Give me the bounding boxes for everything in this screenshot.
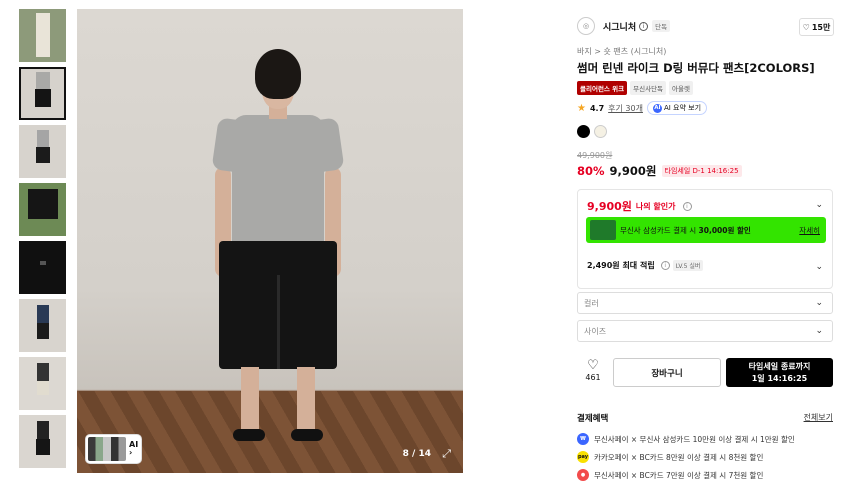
product-title: 썸머 린넨 라이크 D링 버뮤다 팬츠[2COLORS] — [577, 61, 815, 75]
ai-chip-thumbnail — [88, 437, 126, 461]
chevron-down-icon[interactable]: ⌄ — [815, 262, 823, 272]
brand-logo[interactable]: ◎ — [577, 17, 595, 35]
info-icon[interactable]: i — [639, 21, 649, 31]
color-select[interactable]: 컬러 ⌄ — [577, 292, 833, 314]
points-amount: 2,490원 최대 적립 — [587, 261, 655, 270]
product-badges: 클리어런스 위크 무신사단독 아울렛 — [577, 81, 693, 95]
payment-benefit-row: pay 카카오페이 × BC카드 8만원 이상 결제 시 8천원 할인 — [577, 451, 763, 463]
card-promo-banner[interactable]: 무신사 삼성카드 결제 시 30,000원 할인 자세히 — [586, 217, 826, 243]
chevron-down-icon: ⌄ — [815, 326, 823, 336]
benefit-box: 9,900원 나의 할인가 i ⌄ 무신사 삼성카드 결제 시 30,000원 … — [577, 189, 833, 289]
reviews-link[interactable]: 후기 30개 — [608, 103, 643, 114]
badge-exclusive: 무신사단독 — [630, 81, 667, 95]
musinsa-pay-icon: ₩ — [577, 433, 589, 445]
payment-benefit-row: ₩ 무신사페이 × 무신사 삼성카드 10만원 이상 결제 시 1만원 할인 — [577, 433, 795, 445]
brand-like-button[interactable]: ♡ 15만 — [799, 18, 834, 36]
expand-icon[interactable]: ⤢ — [442, 447, 451, 461]
thumbnail-selected[interactable] — [19, 67, 66, 120]
exclusive-tag: 단독 — [652, 20, 671, 32]
color-swatch-cream[interactable] — [594, 125, 607, 138]
original-price: 49,900원 — [577, 151, 613, 160]
payment-benefit-text: 카카오페이 × BC카드 8만원 이상 결제 시 8천원 할인 — [594, 452, 764, 462]
promo-detail-link[interactable]: 자세히 — [799, 225, 820, 236]
brand-name[interactable]: 시그니처 — [603, 20, 636, 33]
timesale-badge: 타임세일 D-1 14:16:25 — [661, 165, 742, 177]
chevron-right-icon: › — [129, 448, 133, 457]
wishlist-button[interactable]: ♡ 461 — [582, 358, 604, 383]
thumbnail[interactable] — [19, 9, 66, 62]
promo-text: 무신사 삼성카드 결제 시 30,000원 할인 — [620, 225, 751, 235]
image-counter: 8 / 14 — [402, 449, 431, 459]
payment-benefit-text: 무신사페이 × 무신사 삼성카드 10만원 이상 결제 시 1만원 할인 — [594, 434, 795, 444]
badge-clearance: 클리어런스 위크 — [577, 81, 628, 95]
chevron-down-icon[interactable]: ⌄ — [815, 200, 823, 210]
buy-now-button[interactable]: 타임세일 종료까지 1일 14:16:25 — [726, 358, 833, 387]
thumbnail[interactable] — [19, 241, 66, 294]
heart-icon: ♡ — [802, 22, 810, 32]
ai-icon: AI — [652, 103, 662, 113]
thumbnail[interactable] — [19, 357, 66, 410]
thumbnail[interactable] — [19, 125, 66, 178]
info-icon[interactable]: i — [682, 201, 692, 211]
payment-view-all-link[interactable]: 전체보기 — [804, 412, 833, 423]
my-price-row[interactable]: 9,900원 나의 할인가 i — [587, 198, 692, 214]
thumbnail[interactable] — [19, 415, 66, 468]
size-select[interactable]: 사이즈 ⌄ — [577, 320, 833, 342]
color-swatches — [577, 125, 607, 138]
color-swatch-black[interactable] — [577, 125, 590, 138]
thumbnail-list — [19, 9, 67, 473]
badge-outlet: 아울렛 — [669, 81, 693, 95]
ai-summary-button[interactable]: AI AI 요약 보기 — [646, 101, 708, 115]
add-to-cart-button[interactable]: 장바구니 — [613, 358, 721, 387]
sale-price: 9,900원 — [609, 164, 657, 178]
bc-card-icon: ● — [577, 469, 589, 481]
card-image — [590, 220, 616, 240]
payment-benefit-row: ● 무신사페이 × BC카드 7만원 이상 결제 시 7천원 할인 — [577, 469, 763, 481]
price-row: 80% 9,900원 타임세일 D-1 14:16:25 — [577, 163, 742, 179]
my-price: 9,900원 — [587, 200, 632, 213]
model-figure — [207, 49, 347, 449]
ai-style-chip[interactable]: AI › — [86, 435, 141, 463]
payment-benefit-text: 무신사페이 × BC카드 7만원 이상 결제 시 7천원 할인 — [594, 470, 764, 480]
brand-row: ◎ 시그니처 i 단독 — [577, 17, 671, 35]
kakao-pay-icon: pay — [577, 451, 589, 463]
buy-button-line1: 타임세일 종료까지 — [748, 361, 811, 371]
size-select-placeholder: 사이즈 — [584, 326, 607, 336]
my-price-label: 나의 할인가 — [635, 201, 676, 211]
product-main-image[interactable]: AI › 8 / 14 ⤢ — [77, 9, 463, 473]
brand-like-count: 15만 — [811, 22, 831, 32]
rating-value: 4.7 — [589, 103, 605, 113]
color-select-placeholder: 컬러 — [584, 298, 599, 308]
payment-benefit-title: 결제혜택 — [577, 414, 609, 424]
member-level: LV.5 실버 — [672, 260, 704, 271]
product-info-panel: ◎ 시그니처 i 단독 ♡ 15만 바지 > 숏 팬츠 (시그니처) 썸머 린넨… — [570, 9, 842, 483]
info-icon[interactable]: i — [660, 261, 670, 270]
star-icon: ★ — [577, 102, 586, 114]
thumbnail[interactable] — [19, 183, 66, 236]
breadcrumb[interactable]: 바지 > 숏 팬츠 (시그니처) — [577, 46, 666, 57]
wishlist-count: 461 — [585, 373, 601, 382]
chevron-down-icon: ⌄ — [815, 298, 823, 308]
heart-icon: ♡ — [587, 358, 599, 373]
buy-button-line2: 1일 14:16:25 — [751, 373, 808, 383]
ai-summary-label: AI 요약 보기 — [663, 104, 702, 112]
thumbnail[interactable] — [19, 299, 66, 352]
points-row[interactable]: 2,490원 최대 적립 i LV.5 실버 — [587, 260, 704, 271]
rating-row: ★ 4.7 후기 30개 AI AI 요약 보기 — [577, 101, 708, 115]
discount-rate: 80% — [577, 164, 605, 178]
